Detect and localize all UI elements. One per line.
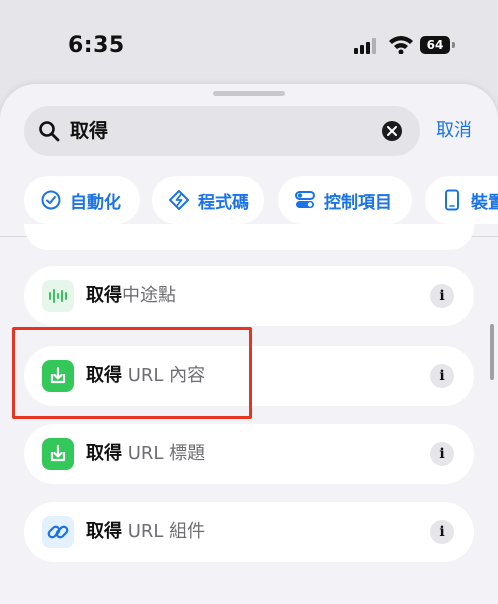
waveform-icon <box>49 289 67 303</box>
toggle-icon <box>295 191 315 208</box>
action-title-rest: 中途點 <box>122 285 176 306</box>
category-chips: 自動化 程式碼 控制項目 裝置 <box>0 176 498 226</box>
search-input[interactable] <box>70 106 370 156</box>
clear-search-button[interactable] <box>382 121 402 141</box>
chip-label: 控制項目 <box>324 192 392 213</box>
info-button[interactable]: i <box>430 364 454 388</box>
status-bar: 6:35 64 <box>0 0 498 80</box>
action-icon-tile <box>42 280 74 312</box>
action-get-url-components[interactable]: 取得 URL 組件 i <box>24 502 474 562</box>
chip-label: 自動化 <box>70 192 121 213</box>
wifi-icon <box>389 36 413 54</box>
chip-label: 程式碼 <box>198 192 249 213</box>
phone-icon <box>445 189 459 211</box>
action-title: 取得 URL 組件 <box>86 502 205 562</box>
code-diamond-icon <box>169 190 189 210</box>
search-icon <box>39 121 60 142</box>
close-icon <box>387 126 397 136</box>
action-title-match: 取得 <box>86 521 122 542</box>
info-button[interactable]: i <box>430 442 454 466</box>
battery-indicator: 64 <box>420 36 456 54</box>
chip-automation[interactable]: 自動化 <box>24 176 140 224</box>
chip-scripting[interactable]: 程式碼 <box>152 176 264 224</box>
scroll-indicator[interactable] <box>490 324 494 380</box>
chip-device[interactable]: 裝置 <box>425 176 498 224</box>
clock-check-icon <box>41 190 61 210</box>
info-button[interactable]: i <box>430 284 454 308</box>
action-title-match: 取得 <box>86 285 122 306</box>
action-title-rest: URL 標題 <box>122 443 206 464</box>
action-title-match: 取得 <box>86 443 122 464</box>
action-icon-tile <box>42 438 74 470</box>
sheet-grabber[interactable] <box>213 91 285 96</box>
battery-nub <box>452 42 455 48</box>
previous-action-card[interactable] <box>24 224 474 250</box>
chip-label: 裝置 <box>471 192 498 213</box>
action-title: 取得中途點 <box>86 266 176 326</box>
action-get-waypoint[interactable]: 取得中途點 i <box>24 266 474 326</box>
action-title: 取得 URL 標題 <box>86 424 205 484</box>
highlight-box <box>12 327 252 419</box>
cancel-button[interactable]: 取消 <box>436 106 472 156</box>
search-bar[interactable] <box>24 106 420 156</box>
battery-level: 64 <box>420 36 450 54</box>
action-title-rest: URL 組件 <box>122 521 206 542</box>
download-tray-icon <box>50 444 66 462</box>
chip-controls[interactable]: 控制項目 <box>278 176 412 224</box>
cellular-signal-icon <box>354 38 376 54</box>
status-time: 6:35 <box>68 33 125 58</box>
action-get-url-title[interactable]: 取得 URL 標題 i <box>24 424 474 484</box>
action-icon-tile <box>42 516 74 548</box>
info-button[interactable]: i <box>430 520 454 544</box>
link-icon <box>47 525 69 539</box>
